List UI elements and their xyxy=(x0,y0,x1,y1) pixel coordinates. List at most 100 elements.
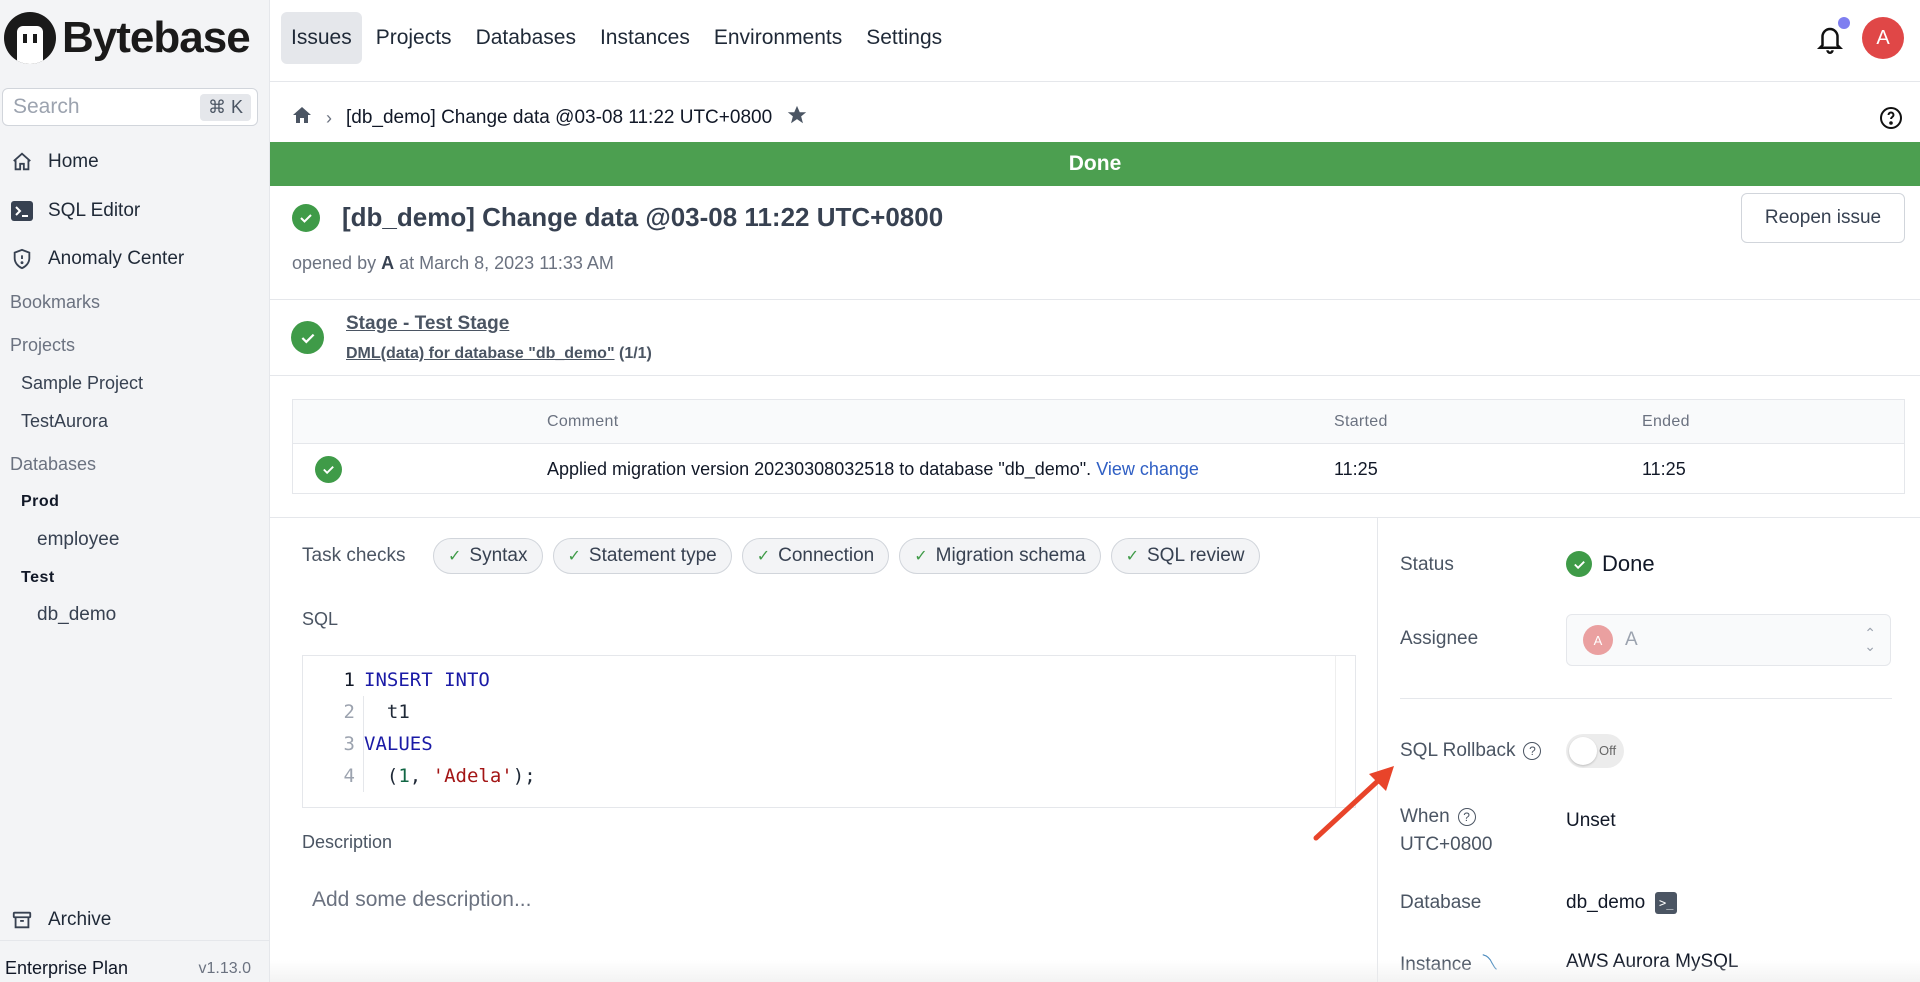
status-label: Status xyxy=(1400,554,1454,576)
bookmarks-label: Bookmarks xyxy=(10,292,101,312)
code-token: INSERT INTO xyxy=(364,669,490,691)
scrollbar[interactable] xyxy=(1335,656,1355,807)
logo-icon xyxy=(4,12,56,64)
row-started: 11:25 xyxy=(1334,459,1378,479)
home-icon[interactable] xyxy=(292,106,312,130)
sidebar-project-item[interactable]: Sample Project xyxy=(21,373,143,394)
stage-task: DML(data) for database "db_demo" (1/1) xyxy=(346,345,652,363)
task-link[interactable]: DML(data) for database "db_demo" xyxy=(346,345,615,362)
task-check-list: ✓ Syntax ✓ Statement type ✓ Connection ✓ Mig… xyxy=(433,538,1260,574)
instance-label: Instance xyxy=(1400,951,1502,979)
assignee-avatar: A xyxy=(1583,625,1613,655)
column-header-ended: Ended xyxy=(1642,413,1690,430)
projects-label: Projects xyxy=(10,335,76,355)
code-text: (1, 'Adela'); xyxy=(364,765,536,787)
code-line: 3 VALUES xyxy=(303,728,433,760)
database-link[interactable]: db_demo xyxy=(1566,892,1645,914)
sidebar-item-home[interactable]: Home xyxy=(10,150,99,174)
opened-by[interactable]: A xyxy=(381,253,394,273)
label-text: SQL Rollback xyxy=(1400,740,1516,761)
task-check-connection[interactable]: ✓ Connection xyxy=(741,538,890,574)
column-header-started: Started xyxy=(1334,413,1388,430)
environment-label: Prod xyxy=(21,493,60,510)
sidebar-item-archive[interactable]: Archive xyxy=(10,908,111,932)
tab-instances[interactable]: Instances xyxy=(590,12,700,64)
star-icon[interactable] xyxy=(786,104,808,132)
tab-projects[interactable]: Projects xyxy=(366,12,462,64)
task-count: (1/1) xyxy=(618,345,652,362)
tab-settings[interactable]: Settings xyxy=(856,12,952,64)
sidebar-database-item[interactable]: db_demo xyxy=(37,604,116,626)
task-check-syntax[interactable]: ✓ Syntax xyxy=(433,538,543,574)
user-avatar[interactable]: A xyxy=(1862,17,1904,59)
line-number: 4 xyxy=(343,765,355,787)
sql-rollback-label: SQL Rollback ? xyxy=(1400,740,1542,762)
reopen-issue-button[interactable]: Reopen issue xyxy=(1741,193,1905,243)
chevron-up-down-icon: ⌃ ⌄ xyxy=(1864,625,1876,654)
help-icon[interactable] xyxy=(1879,106,1903,130)
sidebar-project-item[interactable]: TestAurora xyxy=(21,411,108,432)
tab-issues[interactable]: Issues xyxy=(281,12,362,64)
help-icon[interactable]: ? xyxy=(1523,742,1542,760)
instance-value[interactable]: AWS Aurora MySQL xyxy=(1566,951,1738,973)
check-icon: ✓ xyxy=(567,548,581,565)
breadcrumb: › [db_demo] Change data @03-08 11:22 UTC… xyxy=(292,104,808,132)
comment-text: Applied migration version 20230308032518… xyxy=(547,459,1092,479)
issue-title[interactable]: [db_demo] Change data @03-08 11:22 UTC+0… xyxy=(342,202,943,233)
check-circle-icon xyxy=(291,321,324,354)
environment-label: Test xyxy=(21,569,55,586)
table-header: Comment Started Ended xyxy=(293,400,1904,444)
chip-label: Connection xyxy=(778,545,875,566)
code-line: 2 t1 xyxy=(303,696,410,728)
opened-suffix: at March 8, 2023 11:33 AM xyxy=(399,253,614,273)
code-token: 'Adela' xyxy=(432,765,513,787)
tab-environments[interactable]: Environments xyxy=(704,12,852,64)
version-label: v1.13.0 xyxy=(198,960,251,977)
code-token: t1 xyxy=(364,701,410,723)
chevron-right-icon: › xyxy=(326,107,332,128)
task-checks-label: Task checks xyxy=(302,545,406,566)
opened-prefix: opened by xyxy=(292,253,377,273)
sql-editor[interactable]: 1 INSERT INTO 2 t1 3 VALUES 4 (1, 'Adela'); xyxy=(302,655,1356,808)
toggle-knob xyxy=(1569,737,1597,765)
terminal-icon[interactable]: >_ xyxy=(1655,892,1678,914)
row-comment: Applied migration version 20230308032518… xyxy=(547,459,1199,480)
task-check-migration-schema[interactable]: ✓ Migration schema xyxy=(899,538,1101,574)
sidebar-item-anomaly-center[interactable]: Anomaly Center xyxy=(10,247,184,271)
issue-meta: opened by A at March 8, 2023 11:33 AM xyxy=(292,253,614,274)
home-icon xyxy=(10,150,34,174)
sql-label: SQL xyxy=(302,609,339,629)
status-value: Done xyxy=(1566,551,1655,577)
chip-label: SQL review xyxy=(1147,545,1245,566)
search-box[interactable]: ⌘ K xyxy=(2,88,258,126)
task-check-statement-type[interactable]: ✓ Statement type xyxy=(552,538,732,574)
description-input[interactable] xyxy=(312,880,1352,920)
line-number: 3 xyxy=(343,733,355,755)
plan-label[interactable]: Enterprise Plan xyxy=(5,958,128,979)
databases-label: Databases xyxy=(10,454,97,474)
sidebar-database-item[interactable]: employee xyxy=(37,529,119,551)
code-token: , xyxy=(409,765,433,787)
assignee-select[interactable]: A A ⌃ ⌄ xyxy=(1566,614,1891,666)
shield-icon xyxy=(10,247,34,271)
sql-rollback-toggle[interactable]: Off xyxy=(1566,734,1624,768)
stage-name-link[interactable]: Stage - Test Stage xyxy=(346,313,509,335)
label-text: Instance xyxy=(1400,954,1472,975)
row-ended: 11:25 xyxy=(1642,459,1686,479)
sidebar: Bytebase ⌘ K Home SQL Editor Anomaly Cen… xyxy=(0,0,270,982)
sidebar-item-label: Anomaly Center xyxy=(48,248,185,269)
label-text: Status xyxy=(1400,554,1454,575)
divider xyxy=(270,299,1920,300)
search-input[interactable] xyxy=(3,89,193,125)
help-icon[interactable]: ? xyxy=(1457,808,1476,826)
tab-databases[interactable]: Databases xyxy=(466,12,586,64)
bytebase-logo[interactable]: Bytebase xyxy=(4,12,251,64)
sidebar-item-sql-editor[interactable]: SQL Editor xyxy=(10,199,140,223)
sidebar-item-label: SQL Editor xyxy=(48,200,141,221)
status-text: Done xyxy=(1602,551,1655,576)
code-text: VALUES xyxy=(364,733,433,755)
code-line: 1 INSERT INTO xyxy=(303,664,490,696)
view-change-link[interactable]: View change xyxy=(1096,459,1199,479)
when-value[interactable]: Unset xyxy=(1566,810,1616,832)
task-check-sql-review[interactable]: ✓ SQL review xyxy=(1110,538,1260,574)
